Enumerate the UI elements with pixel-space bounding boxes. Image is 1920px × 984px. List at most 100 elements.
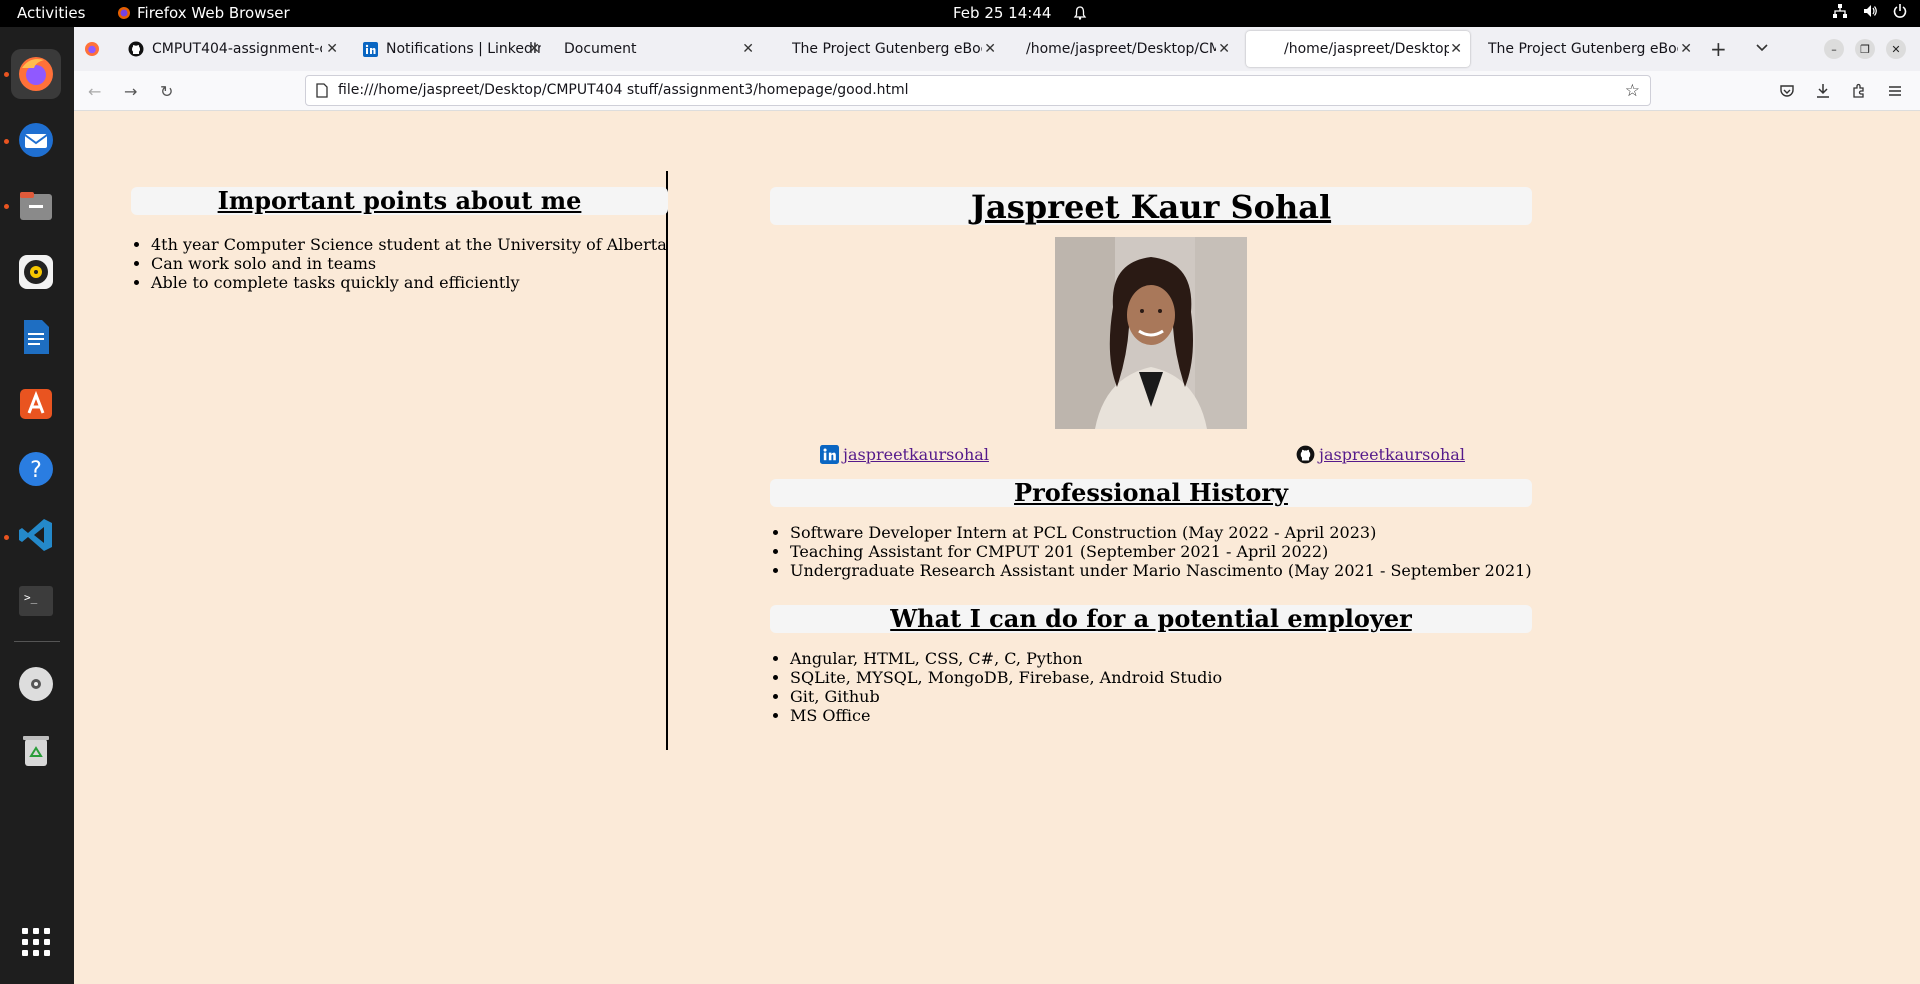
trash-dock-icon[interactable] <box>11 725 61 775</box>
close-tab-icon[interactable]: ✕ <box>1218 41 1230 57</box>
list-item: MS Office <box>790 706 1222 725</box>
svg-text:?: ? <box>30 458 42 483</box>
pocket-icon[interactable] <box>1779 83 1795 99</box>
clock[interactable]: Feb 25 14:44 <box>953 4 1087 22</box>
list-item: Software Developer Intern at PCL Constru… <box>790 523 1532 542</box>
tab-title: The Project Gutenberg eBoo <box>792 41 982 57</box>
system-top-bar: Activities Firefox Web Browser Feb 25 14… <box>0 0 1920 27</box>
github-link[interactable]: jaspreetkaursohal <box>1296 445 1465 464</box>
github-handle[interactable]: jaspreetkaursohal <box>1319 445 1465 464</box>
about-me-heading: Important points about me <box>131 187 668 215</box>
close-window-button[interactable]: ✕ <box>1886 39 1906 59</box>
tab-local-file-active[interactable]: /home/jaspreet/Desktop ✕ <box>1246 31 1470 67</box>
volume-icon <box>1864 5 1877 17</box>
running-indicator <box>4 139 9 144</box>
firefox-dock-icon[interactable] <box>11 49 61 99</box>
github-icon <box>128 41 144 57</box>
app-center-dock-icon[interactable] <box>11 378 61 428</box>
github-icon <box>1296 445 1315 464</box>
show-apps-button[interactable] <box>11 917 61 967</box>
running-indicator <box>4 204 9 209</box>
tab-gutenberg-2[interactable]: The Project Gutenberg eBoo ✕ <box>1474 31 1700 67</box>
close-tab-icon[interactable]: ✕ <box>742 41 754 57</box>
reload-button[interactable]: ↻ <box>160 82 173 101</box>
list-item: 4th year Computer Science student at the… <box>151 235 667 254</box>
history-list: Software Developer Intern at PCL Constru… <box>790 523 1532 580</box>
writer-dock-icon[interactable] <box>11 312 61 362</box>
url-bar[interactable]: file:///home/jaspreet/Desktop/CMPUT404 s… <box>305 75 1651 106</box>
firefox-small-icon <box>118 7 130 19</box>
tab-document[interactable]: Document ✕ <box>550 31 762 67</box>
terminal-dock-icon[interactable]: >_ <box>11 576 61 626</box>
close-tab-icon[interactable]: ✕ <box>984 41 996 57</box>
thunderbird-dock-icon[interactable] <box>11 115 61 165</box>
page-icon <box>1260 41 1276 57</box>
app-menu[interactable]: Firefox Web Browser <box>117 4 290 22</box>
help-dock-icon[interactable]: ? <box>11 444 61 494</box>
app-name: Firefox Web Browser <box>137 4 290 22</box>
dock: ? >_ <box>0 27 74 984</box>
about-me-list: 4th year Computer Science student at the… <box>151 235 667 292</box>
close-tab-icon[interactable]: ✕ <box>1450 41 1462 57</box>
page-title: Jaspreet Kaur Sohal <box>770 187 1532 226</box>
history-heading: Professional History <box>770 479 1532 507</box>
network-icon <box>1833 4 1847 18</box>
profile-photo <box>1055 237 1247 429</box>
list-item: Able to complete tasks quickly and effic… <box>151 273 667 292</box>
forward-button[interactable]: → <box>124 82 137 101</box>
activities-button[interactable]: Activities <box>17 4 85 22</box>
linkedin-link[interactable]: jaspreetkaursohal <box>820 445 989 464</box>
chevron-down-icon[interactable] <box>1754 39 1770 55</box>
tab-title: Notifications | LinkedIn <box>386 41 541 57</box>
minimize-button[interactable]: – <box>1824 39 1844 59</box>
clock-text: Feb 25 14:44 <box>953 4 1052 22</box>
system-tray[interactable] <box>1832 3 1908 19</box>
back-button[interactable]: ← <box>88 82 101 101</box>
running-indicator <box>4 72 9 77</box>
page-viewport: Important points about me 4th year Compu… <box>74 111 1920 984</box>
files-dock-icon[interactable] <box>11 181 61 231</box>
close-tab-icon[interactable]: ✕ <box>528 41 540 57</box>
vscode-dock-icon[interactable] <box>11 510 61 560</box>
power-icon <box>1893 4 1907 18</box>
running-indicator <box>4 535 9 540</box>
hamburger-menu-icon[interactable] <box>1887 83 1903 99</box>
bookmark-star-icon[interactable]: ☆ <box>1625 81 1640 101</box>
close-tab-icon[interactable]: ✕ <box>1680 41 1692 57</box>
extensions-icon[interactable] <box>1851 83 1867 99</box>
svg-text:>_: >_ <box>24 591 38 604</box>
maximize-button[interactable]: ❐ <box>1855 39 1875 59</box>
new-tab-button[interactable]: + <box>1710 37 1727 61</box>
rhythmbox-dock-icon[interactable] <box>11 247 61 297</box>
tab-gutenberg-1[interactable]: The Project Gutenberg eBoo ✕ <box>778 31 1004 67</box>
tab-github[interactable]: CMPUT404-assignment-c ✕ <box>114 31 346 67</box>
tab-title: Document <box>564 41 637 57</box>
page-icon <box>316 83 328 98</box>
close-tab-icon[interactable]: ✕ <box>326 41 338 57</box>
navigation-toolbar: ← → ↻ file:///home/jaspreet/Desktop/CMPU… <box>74 71 1920 111</box>
linkedin-handle[interactable]: jaspreetkaursohal <box>843 445 989 464</box>
list-item: Undergraduate Research Assistant under M… <box>790 561 1532 580</box>
list-item: SQLite, MYSQL, MongoDB, Firebase, Androi… <box>790 668 1222 687</box>
tab-title: /home/jaspreet/Desktop <box>1284 41 1449 57</box>
list-item: Angular, HTML, CSS, C#, C, Python <box>790 649 1222 668</box>
tab-local-file-1[interactable]: /home/jaspreet/Desktop/CM ✕ <box>1012 31 1238 67</box>
skills-list: Angular, HTML, CSS, C#, C, Python SQLite… <box>790 649 1222 725</box>
list-item: Git, Github <box>790 687 1222 706</box>
list-item: Can work solo and in teams <box>151 254 667 273</box>
tab-title: The Project Gutenberg eBoo <box>1488 41 1678 57</box>
social-links: jaspreetkaursohal jaspreetkaursohal <box>770 445 1532 467</box>
employer-heading: What I can do for a potential employer <box>770 605 1532 633</box>
downloads-icon[interactable] <box>1815 83 1831 99</box>
tab-linkedin[interactable]: Notifications | LinkedIn ✕ <box>348 31 548 67</box>
list-item: Teaching Assistant for CMPUT 201 (Septem… <box>790 542 1532 561</box>
dock-separator <box>14 641 60 642</box>
about-me-column: Important points about me 4th year Compu… <box>131 171 668 750</box>
linkedin-icon <box>362 41 378 57</box>
disc-dock-icon[interactable] <box>11 659 61 709</box>
bell-icon <box>1074 6 1087 20</box>
firefox-view-icon[interactable] <box>84 41 100 57</box>
firefox-window: CMPUT404-assignment-c ✕ Notifications | … <box>74 27 1920 984</box>
linkedin-icon <box>820 445 839 464</box>
url-text[interactable]: file:///home/jaspreet/Desktop/CMPUT404 s… <box>338 82 909 98</box>
